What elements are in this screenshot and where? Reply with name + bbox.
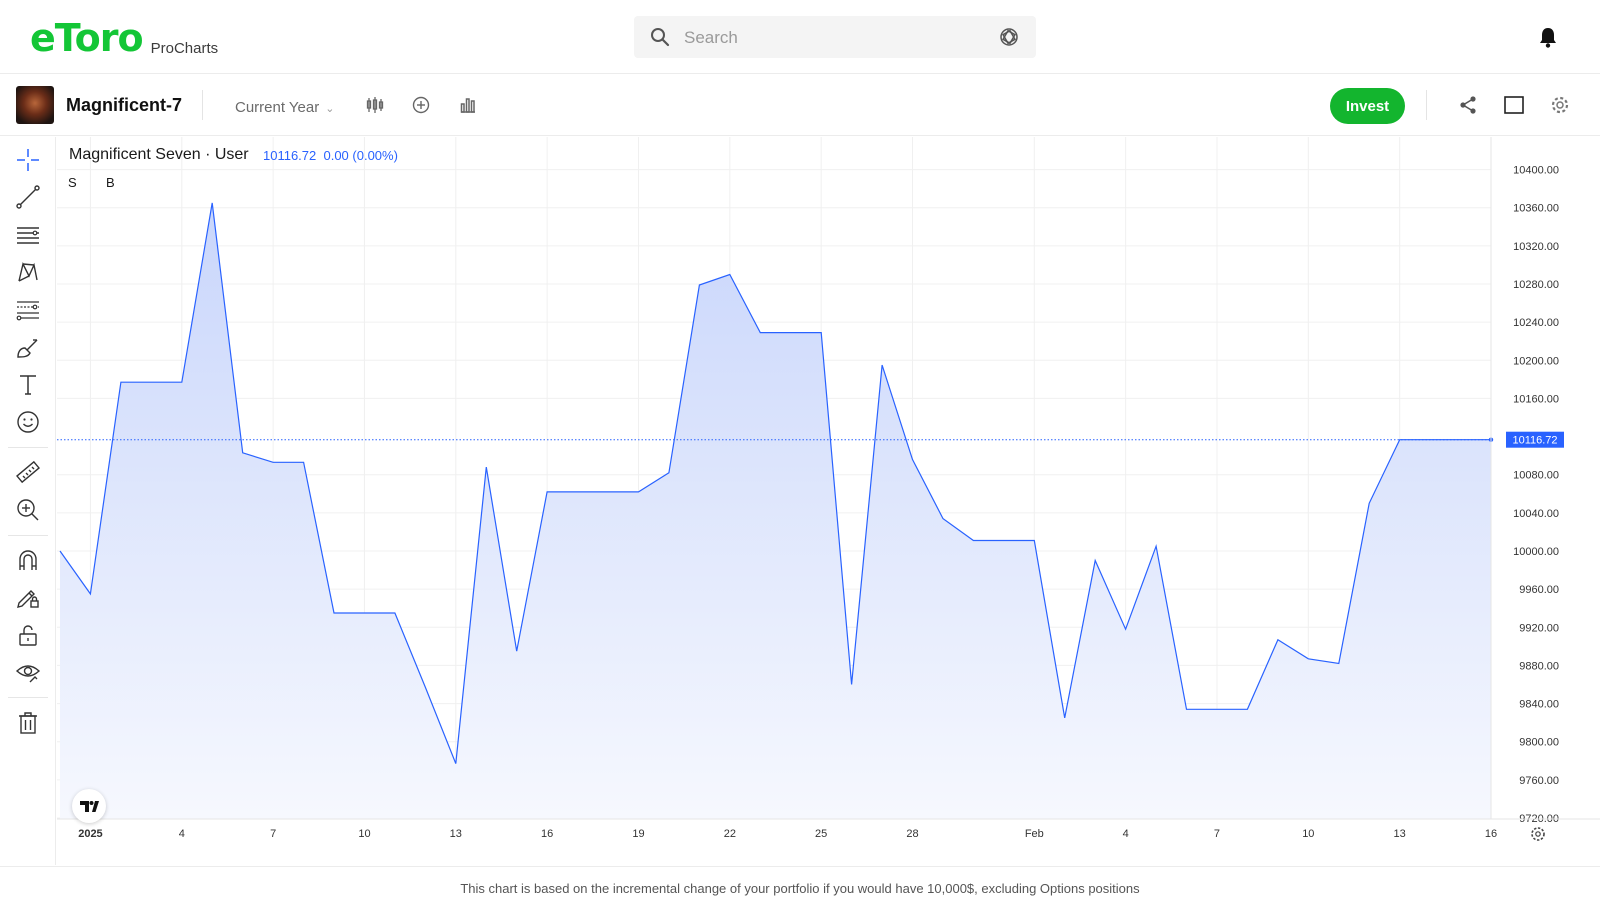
sell-marker[interactable]: S xyxy=(68,175,77,190)
share-icon[interactable] xyxy=(1457,94,1479,116)
series-area xyxy=(60,202,1491,819)
y-tick-label: 10240.00 xyxy=(1513,317,1559,329)
y-tick-label: 9760.00 xyxy=(1519,775,1559,787)
add-indicator-icon[interactable] xyxy=(411,95,431,115)
x-tick-label: 16 xyxy=(1485,828,1497,840)
x-tick-label: 19 xyxy=(632,828,644,840)
divider xyxy=(1426,90,1427,120)
y-tick-label: 9920.00 xyxy=(1519,622,1559,634)
crosshair-icon[interactable] xyxy=(15,147,41,173)
divider xyxy=(8,697,48,698)
instrument-name[interactable]: Magnificent-7 xyxy=(66,95,182,116)
y-tick-label: 9840.00 xyxy=(1519,699,1559,711)
text-tool-icon[interactable] xyxy=(15,372,41,398)
candlestick-chart-type-icon[interactable] xyxy=(365,95,385,115)
divider xyxy=(8,535,48,536)
tradingview-logo[interactable] xyxy=(72,789,106,823)
instrument-avatar xyxy=(16,86,54,124)
x-tick-label: 13 xyxy=(1394,828,1406,840)
y-tick-label: 9800.00 xyxy=(1519,737,1559,749)
notifications-bell-icon[interactable] xyxy=(1538,26,1558,48)
y-tick-label: 10000.00 xyxy=(1513,546,1559,558)
horizontal-lines-icon[interactable] xyxy=(15,222,41,248)
gear-center xyxy=(1535,831,1541,837)
x-tick-label: 22 xyxy=(724,828,736,840)
x-tick-label: 10 xyxy=(358,828,370,840)
x-tick-label: 28 xyxy=(906,828,918,840)
ai-assistant-icon[interactable] xyxy=(998,26,1020,48)
x-tick-label: 16 xyxy=(541,828,553,840)
last-price-label: 10116.72 xyxy=(1512,435,1557,447)
y-tick-label: 10360.00 xyxy=(1513,203,1559,215)
search-input[interactable]: Search xyxy=(684,28,738,48)
logo-mark: eToro xyxy=(30,16,144,60)
invest-button[interactable]: Invest xyxy=(1330,88,1405,124)
chevron-down-icon: ⌄ xyxy=(325,103,335,115)
y-tick-label: 10200.00 xyxy=(1513,355,1559,367)
y-tick-label: 10160.00 xyxy=(1513,393,1559,405)
trend-line-icon[interactable] xyxy=(15,184,41,210)
unlock-icon[interactable] xyxy=(15,622,41,648)
magnet-icon[interactable] xyxy=(15,547,41,573)
divider xyxy=(8,447,48,448)
x-tick-label: Feb xyxy=(1025,828,1044,840)
brush-icon[interactable] xyxy=(15,335,41,361)
disclaimer-text: This chart is based on the incremental c… xyxy=(460,881,1140,896)
x-tick-label: 7 xyxy=(1214,828,1220,840)
buy-marker[interactable]: B xyxy=(106,175,115,190)
time-range-label: Current Year xyxy=(235,99,320,116)
y-tick-label: 10320.00 xyxy=(1513,241,1559,253)
pattern-tool-icon[interactable] xyxy=(15,259,41,285)
x-tick-label: 4 xyxy=(1123,828,1129,840)
x-tick-label: 2025 xyxy=(78,828,102,840)
settings-gear-icon[interactable] xyxy=(1549,94,1571,116)
instrument-toolbar: Magnificent-7 Current Year ⌄ Invest xyxy=(0,74,1600,136)
chart-canvas[interactable]: 10400.00 10360.00 10320.00 10280.00 10240.00… xyxy=(57,137,1600,865)
visibility-eye-icon[interactable] xyxy=(15,659,41,685)
ruler-icon[interactable] xyxy=(15,459,41,485)
drawing-toolbar xyxy=(0,137,56,865)
fullscreen-icon[interactable] xyxy=(1503,94,1525,116)
gear-outline xyxy=(1531,827,1545,841)
footer: This chart is based on the incremental c… xyxy=(0,866,1600,908)
x-tick-label: 4 xyxy=(179,828,185,840)
y-tick-label: 10080.00 xyxy=(1513,470,1559,482)
divider xyxy=(202,90,203,120)
bar-chart-icon[interactable] xyxy=(458,95,478,115)
top-header: eToro ProCharts Search xyxy=(0,0,1600,74)
y-tick-label: 10400.00 xyxy=(1513,165,1559,177)
lock-drawing-pencil-icon[interactable] xyxy=(15,584,41,610)
y-tick-label: 9960.00 xyxy=(1519,584,1559,596)
emoji-icon[interactable] xyxy=(15,409,41,435)
x-tick-label: 10 xyxy=(1302,828,1314,840)
y-tick-label: 9880.00 xyxy=(1519,660,1559,672)
y-tick-label: 10280.00 xyxy=(1513,279,1559,291)
x-tick-label: 7 xyxy=(270,828,276,840)
x-tick-label: 13 xyxy=(450,828,462,840)
y-tick-label: 10040.00 xyxy=(1513,508,1559,520)
chart-ohlc-values: 10116.72 0.00 (0.00%) xyxy=(263,148,398,163)
chart-title: Magnificent Seven · User xyxy=(69,146,249,163)
logo-subtitle: ProCharts xyxy=(150,40,219,57)
search-icon xyxy=(651,28,670,47)
zoom-in-icon[interactable] xyxy=(15,497,41,523)
trash-icon[interactable] xyxy=(15,710,41,736)
etoro-logo[interactable]: eToro ProCharts xyxy=(30,18,218,58)
axis-settings-icon[interactable] xyxy=(1531,827,1545,841)
price-chart[interactable]: 10400.00 10360.00 10320.00 10280.00 10240.00… xyxy=(57,137,1600,865)
fib-retracement-icon[interactable] xyxy=(15,297,41,323)
x-tick-label: 25 xyxy=(815,828,827,840)
search-box[interactable]: Search xyxy=(634,16,1036,58)
tradingview-icon xyxy=(80,801,99,812)
time-range-dropdown[interactable]: Current Year ⌄ xyxy=(235,99,334,116)
